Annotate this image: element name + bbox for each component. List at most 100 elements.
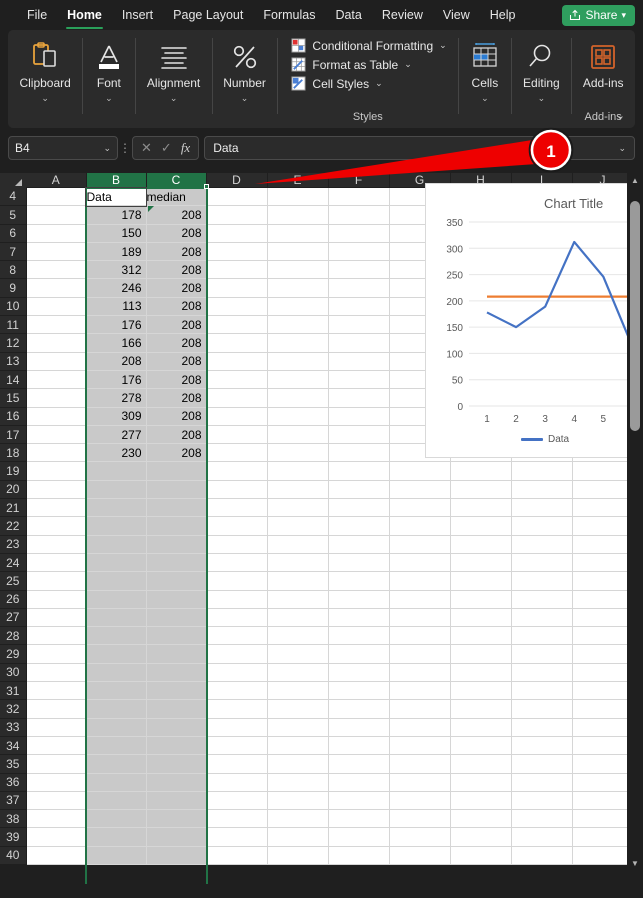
- cell-H39[interactable]: [450, 827, 512, 847]
- cell-C35[interactable]: [146, 754, 207, 774]
- cell-F8[interactable]: [328, 260, 390, 280]
- cell-D18[interactable]: [206, 443, 268, 463]
- cell-H38[interactable]: [450, 809, 512, 829]
- cell-G31[interactable]: [389, 681, 451, 701]
- cell-A16[interactable]: [26, 407, 87, 426]
- cell-B35[interactable]: [86, 754, 147, 774]
- cell-C12[interactable]: 208: [146, 333, 207, 353]
- row-header-16[interactable]: 16: [0, 407, 27, 426]
- cell-C20[interactable]: [146, 480, 207, 500]
- row-header-20[interactable]: 20: [0, 480, 27, 500]
- cell-I19[interactable]: [511, 461, 573, 481]
- cell-C26[interactable]: [146, 590, 207, 609]
- cell-C22[interactable]: [146, 516, 207, 536]
- conditional-formatting-button[interactable]: Conditional Formatting ⌄: [287, 36, 450, 55]
- cell-I36[interactable]: [511, 773, 573, 792]
- cell-B31[interactable]: [86, 681, 147, 701]
- cell-I27[interactable]: [511, 608, 573, 628]
- cell-styles-button[interactable]: Cell Styles ⌄: [287, 74, 386, 93]
- cell-D7[interactable]: [206, 242, 268, 262]
- row-header-32[interactable]: 32: [0, 699, 27, 719]
- cell-G23[interactable]: [389, 535, 451, 554]
- format-as-table-button[interactable]: Format as Table ⌄: [287, 55, 415, 74]
- row-header-39[interactable]: 39: [0, 827, 27, 847]
- cell-J20[interactable]: [572, 480, 634, 500]
- cell-E26[interactable]: [267, 590, 329, 609]
- cell-D24[interactable]: [206, 553, 268, 573]
- cell-C36[interactable]: [146, 773, 207, 792]
- cell-A40[interactable]: [26, 846, 87, 865]
- cell-B33[interactable]: [86, 718, 147, 737]
- cell-E6[interactable]: [267, 224, 329, 243]
- cell-C15[interactable]: 208: [146, 388, 207, 408]
- cell-B19[interactable]: [86, 461, 147, 481]
- cell-H29[interactable]: [450, 644, 512, 664]
- cell-E20[interactable]: [267, 480, 329, 500]
- cell-I22[interactable]: [511, 516, 573, 536]
- cell-C28[interactable]: [146, 626, 207, 646]
- cell-I28[interactable]: [511, 626, 573, 646]
- cell-B12[interactable]: 166: [86, 333, 147, 353]
- cell-C17[interactable]: 208: [146, 425, 207, 445]
- row-header-22[interactable]: 22: [0, 516, 27, 536]
- cell-J38[interactable]: [572, 809, 634, 829]
- column-header-f[interactable]: F: [328, 173, 390, 188]
- font-chevron-down-icon[interactable]: ⌄: [105, 93, 113, 103]
- cell-E34[interactable]: [267, 736, 329, 756]
- cell-F10[interactable]: [328, 297, 390, 317]
- cell-H27[interactable]: [450, 608, 512, 628]
- cell-D32[interactable]: [206, 699, 268, 719]
- cell-A7[interactable]: [26, 242, 87, 262]
- cell-F25[interactable]: [328, 571, 390, 591]
- column-header-c[interactable]: C: [146, 173, 207, 188]
- cell-F35[interactable]: [328, 754, 390, 774]
- cell-J19[interactable]: [572, 461, 634, 481]
- cell-G40[interactable]: [389, 846, 451, 865]
- cell-B37[interactable]: [86, 791, 147, 811]
- cell-H24[interactable]: [450, 553, 512, 573]
- cell-G38[interactable]: [389, 809, 451, 829]
- cell-F16[interactable]: [328, 407, 390, 426]
- cell-A9[interactable]: [26, 278, 87, 298]
- cell-I26[interactable]: [511, 590, 573, 609]
- cell-C4[interactable]: median: [146, 187, 207, 207]
- cell-H32[interactable]: [450, 699, 512, 719]
- row-header-31[interactable]: 31: [0, 681, 27, 701]
- cell-B13[interactable]: 208: [86, 352, 147, 371]
- cell-I33[interactable]: [511, 718, 573, 737]
- cell-C40[interactable]: [146, 846, 207, 865]
- row-header-6[interactable]: 6: [0, 224, 27, 243]
- cell-F9[interactable]: [328, 278, 390, 298]
- cell-F22[interactable]: [328, 516, 390, 536]
- cell-B8[interactable]: 312: [86, 260, 147, 280]
- row-header-24[interactable]: 24: [0, 553, 27, 573]
- cell-A37[interactable]: [26, 791, 87, 811]
- cell-C37[interactable]: [146, 791, 207, 811]
- cell-E23[interactable]: [267, 535, 329, 554]
- cell-F37[interactable]: [328, 791, 390, 811]
- cell-F33[interactable]: [328, 718, 390, 737]
- cell-F6[interactable]: [328, 224, 390, 243]
- cell-E5[interactable]: [267, 205, 329, 225]
- cell-B28[interactable]: [86, 626, 147, 646]
- cell-G21[interactable]: [389, 498, 451, 518]
- cell-H26[interactable]: [450, 590, 512, 609]
- cell-J36[interactable]: [572, 773, 634, 792]
- editing-chevron-down-icon[interactable]: ⌄: [538, 93, 546, 103]
- cell-A20[interactable]: [26, 480, 87, 500]
- cell-J37[interactable]: [572, 791, 634, 811]
- cell-B16[interactable]: 309: [86, 407, 147, 426]
- number-chevron-down-icon[interactable]: ⌄: [241, 93, 249, 103]
- conditional-formatting-chevron-down-icon[interactable]: ⌄: [439, 40, 447, 51]
- cell-F39[interactable]: [328, 827, 390, 847]
- cell-F4[interactable]: [328, 187, 390, 207]
- cell-D38[interactable]: [206, 809, 268, 829]
- cell-F29[interactable]: [328, 644, 390, 664]
- column-header-b[interactable]: B: [86, 173, 147, 188]
- cells-chevron-down-icon[interactable]: ⌄: [481, 93, 489, 103]
- cell-F23[interactable]: [328, 535, 390, 554]
- cell-D11[interactable]: [206, 315, 268, 335]
- cell-I32[interactable]: [511, 699, 573, 719]
- column-header-a[interactable]: A: [26, 173, 87, 188]
- font-button[interactable]: Font ⌄: [82, 37, 136, 103]
